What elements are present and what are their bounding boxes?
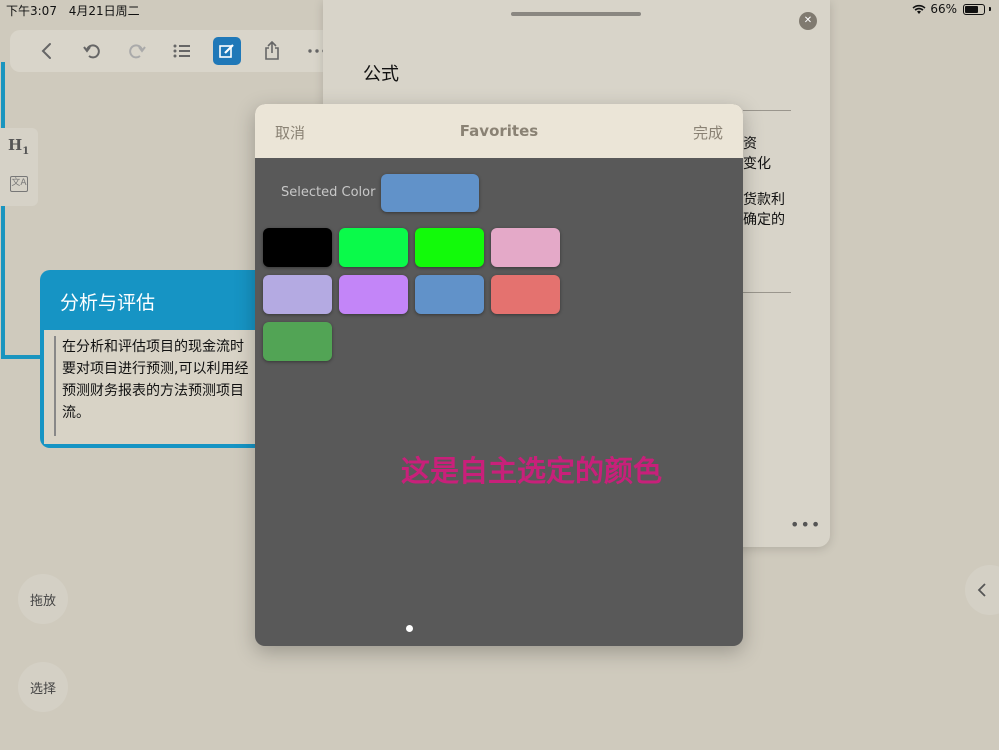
done-button[interactable]: 完成 — [693, 122, 723, 143]
page-indicator-dot[interactable] — [406, 625, 413, 632]
status-left: 下午3:07 4月21日周二 — [6, 2, 148, 19]
h1-letter: H — [8, 136, 23, 154]
status-date: 4月21日周二 — [68, 4, 140, 18]
redo-icon — [128, 44, 146, 59]
card-title: 分析与评估 — [60, 292, 156, 314]
edge-expand-button[interactable] — [965, 565, 999, 615]
status-time: 下午3:07 — [6, 4, 57, 18]
selected-color-swatch — [381, 174, 479, 212]
undo-button[interactable] — [69, 36, 114, 66]
select-button[interactable]: 选择 — [18, 662, 68, 712]
edit-button[interactable] — [204, 36, 249, 66]
edit-icon — [218, 44, 234, 58]
selected-color-label: Selected Color — [281, 185, 376, 200]
color-swatch[interactable] — [339, 275, 408, 314]
panel-close-button[interactable]: ✕ — [799, 12, 817, 30]
drag-button[interactable]: 拖放 — [18, 574, 68, 624]
panel-text-line: 资 — [743, 136, 757, 152]
panel-more-button[interactable]: ••• — [790, 515, 821, 534]
card-text: 在分析和评估项目的现金流时 要对项目进行预测,可以利用经 预测财务报表的方法预测… — [54, 336, 270, 436]
color-swatch[interactable] — [339, 228, 408, 267]
undo-icon — [82, 44, 100, 59]
dialog-header: 取消 Favorites 完成 — [255, 104, 743, 158]
translate-icon[interactable]: 文A — [10, 176, 28, 192]
mindmap-connector-vertical — [1, 62, 5, 358]
heading-h1-icon[interactable]: H1 — [8, 136, 29, 157]
battery-percent: 66% — [930, 2, 957, 16]
card-line: 在分析和评估项目的现金流时 — [62, 339, 244, 355]
panel-text-line: 变化 — [743, 156, 771, 172]
color-swatch[interactable] — [491, 228, 560, 267]
edit-button-box — [212, 37, 241, 65]
back-button[interactable] — [24, 36, 69, 66]
battery-cap — [989, 7, 991, 11]
side-tools: H1 文A — [0, 128, 38, 206]
color-swatch[interactable] — [263, 228, 332, 267]
panel-text-line: 确定的 — [743, 212, 785, 228]
color-swatch[interactable] — [415, 275, 484, 314]
color-swatch[interactable] — [263, 275, 332, 314]
panel-divider — [743, 110, 791, 111]
battery-icon — [963, 3, 985, 15]
share-button[interactable] — [249, 36, 294, 66]
favorites-dialog: 取消 Favorites 完成 Selected Color 这是自主选定的颜色 — [255, 104, 743, 646]
card-line: 流。 — [62, 405, 90, 421]
panel-drag-handle[interactable] — [511, 12, 641, 16]
h1-sub: 1 — [22, 146, 30, 157]
share-icon — [264, 41, 279, 60]
redo-button[interactable] — [114, 36, 159, 66]
color-swatch[interactable] — [415, 228, 484, 267]
battery-fill — [965, 5, 979, 13]
dialog-title: Favorites — [459, 122, 539, 140]
chevron-left-icon — [977, 583, 986, 597]
list-button[interactable] — [159, 36, 204, 66]
panel-heading: 公式 — [363, 64, 399, 85]
panel-text-line: 货款利 — [743, 192, 785, 208]
panel-divider — [743, 292, 791, 293]
color-swatch[interactable] — [491, 275, 560, 314]
status-right: 66% — [912, 2, 991, 16]
chevron-left-icon — [41, 43, 51, 59]
wifi-icon — [912, 4, 926, 14]
toolbar — [10, 30, 340, 72]
mindmap-card[interactable]: 分析与评估 在分析和评估项目的现金流时 要对项目进行预测,可以利用经 预测财务报… — [40, 270, 270, 448]
card-line: 预测财务报表的方法预测项目 — [62, 383, 244, 399]
list-icon — [173, 44, 190, 58]
annotation-text: 这是自主选定的颜色 — [401, 454, 663, 488]
card-line: 要对项目进行预测,可以利用经 — [62, 361, 249, 377]
color-swatch[interactable] — [263, 322, 332, 361]
card-body: 在分析和评估项目的现金流时 要对项目进行预测,可以利用经 预测财务报表的方法预测… — [44, 330, 270, 444]
